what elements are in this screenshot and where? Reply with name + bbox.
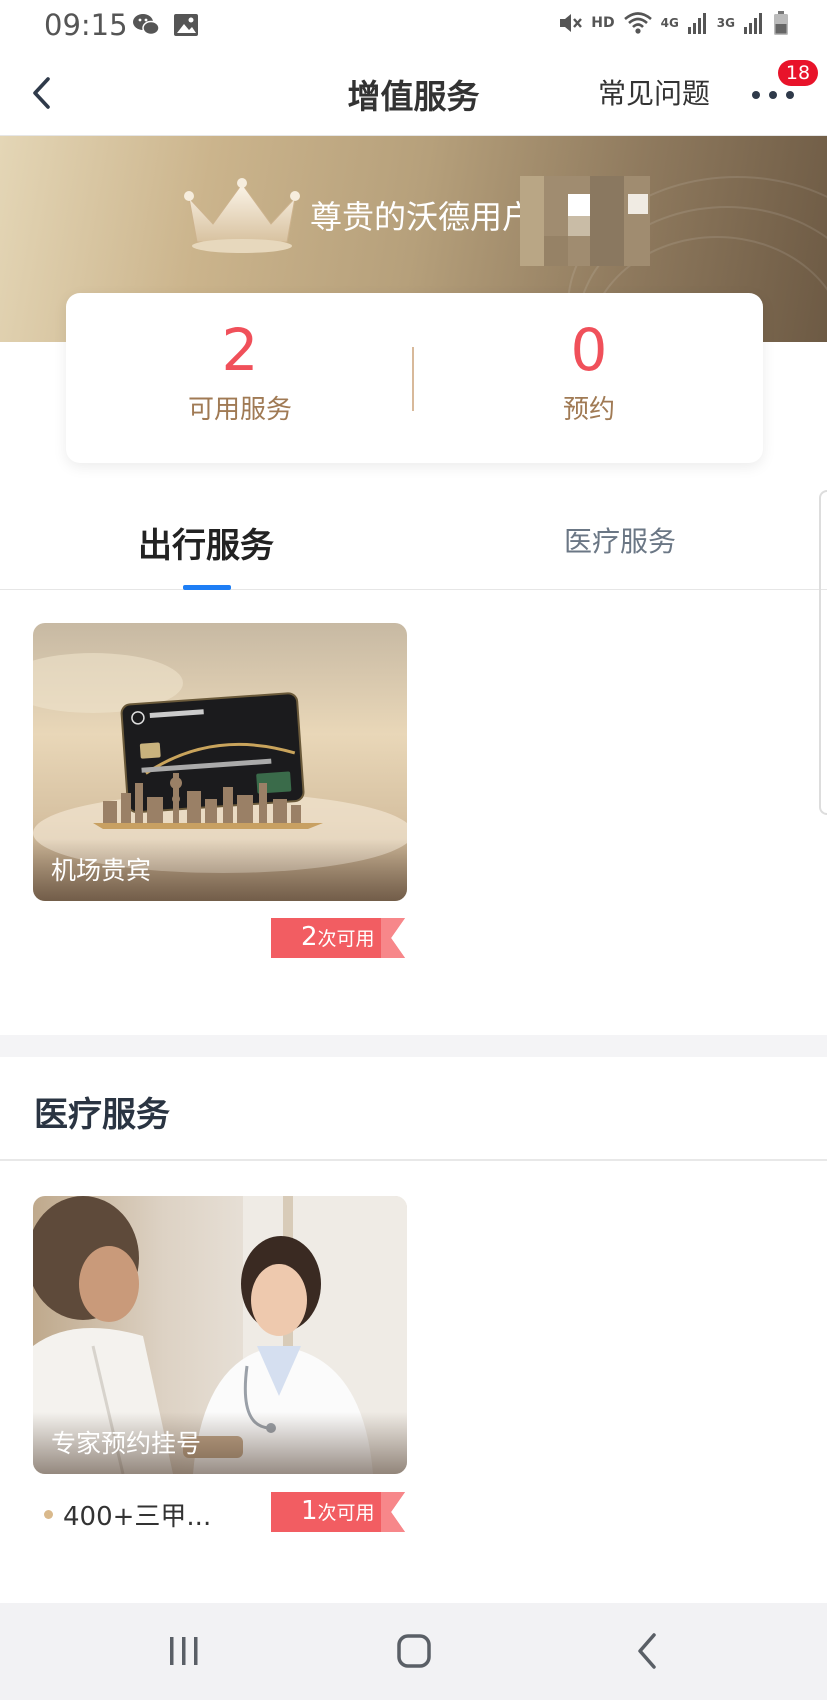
privacy-mosaic	[520, 176, 650, 266]
airport-usage-count: 2	[301, 922, 318, 952]
stats-divider	[412, 347, 414, 411]
usage-tag-text: 1次可用	[301, 1496, 375, 1526]
status-time: 09:15	[44, 8, 128, 42]
airport-vip-label: 机场贵宾	[51, 856, 152, 885]
airport-vip-card[interactable]: 机场贵宾	[33, 623, 407, 901]
mute-icon	[560, 14, 583, 32]
bookings-label: 预约	[562, 395, 615, 425]
network-3g-label: 3G	[716, 16, 735, 30]
usage-tag-text: 2次可用	[301, 922, 375, 952]
stats-card: 2 可用服务 0 预约	[66, 293, 763, 463]
side-panel-handle[interactable]	[819, 490, 827, 815]
available-services-stat[interactable]: 2 可用服务	[66, 315, 414, 426]
signal-3g-icon	[744, 13, 762, 34]
service-tabs: 出行服务 医疗服务	[0, 500, 827, 590]
expert-usage-unit: 次可用	[317, 1502, 375, 1524]
hd-label: HD	[591, 15, 615, 31]
expert-appointment-label: 专家预约挂号	[51, 1429, 202, 1458]
wechat-icon	[133, 14, 160, 36]
bookings-count: 0	[570, 316, 608, 384]
expert-usage-tag: 1次可用	[271, 1492, 405, 1532]
medical-section-header: 医疗服务	[0, 1057, 827, 1161]
battery-icon	[774, 11, 788, 35]
airport-usage-unit: 次可用	[317, 928, 375, 950]
greeting-text: 尊贵的沃德用户	[310, 198, 535, 236]
notification-badge: 18	[778, 60, 818, 86]
wifi-icon	[623, 12, 652, 34]
status-bar: 09:15 HD 4G 3G	[0, 0, 827, 50]
available-services-count: 2	[221, 316, 259, 384]
airport-usage-tag: 2次可用	[271, 918, 405, 958]
network-4g-label: 4G	[660, 16, 679, 30]
bullet-dot	[44, 1510, 53, 1519]
bookings-stat[interactable]: 0 预约	[415, 315, 763, 426]
expert-feature-text: 400+三甲...	[63, 1502, 212, 1532]
signal-4g-icon	[687, 13, 706, 34]
status-system-icons: HD 4G 3G	[557, 10, 789, 36]
tab-medical-services[interactable]: 医疗服务	[564, 520, 676, 560]
more-options-button[interactable]: 18	[748, 60, 818, 114]
active-tab-indicator	[183, 585, 231, 590]
home-icon[interactable]	[386, 1629, 442, 1673]
more-icon	[752, 91, 794, 99]
gallery-icon	[174, 14, 198, 36]
crown-icon	[184, 178, 300, 253]
nav-bar: 增值服务 常见问题 18	[0, 50, 827, 136]
medical-section-title: 医疗服务	[34, 1095, 170, 1135]
tab-travel-services[interactable]: 出行服务	[138, 518, 274, 567]
faq-link[interactable]: 常见问题	[598, 72, 710, 112]
system-navigation-bar	[0, 1603, 827, 1700]
expert-usage-count: 1	[301, 1496, 318, 1526]
available-services-label: 可用服务	[187, 395, 292, 425]
expert-appointment-card[interactable]: 专家预约挂号	[33, 1196, 407, 1474]
status-notification-icons	[132, 12, 200, 38]
section-separator	[0, 1035, 827, 1057]
expert-feature-note: 400+三甲...	[44, 1496, 211, 1533]
system-back-icon[interactable]	[620, 1629, 676, 1673]
recent-apps-icon[interactable]	[156, 1629, 212, 1673]
